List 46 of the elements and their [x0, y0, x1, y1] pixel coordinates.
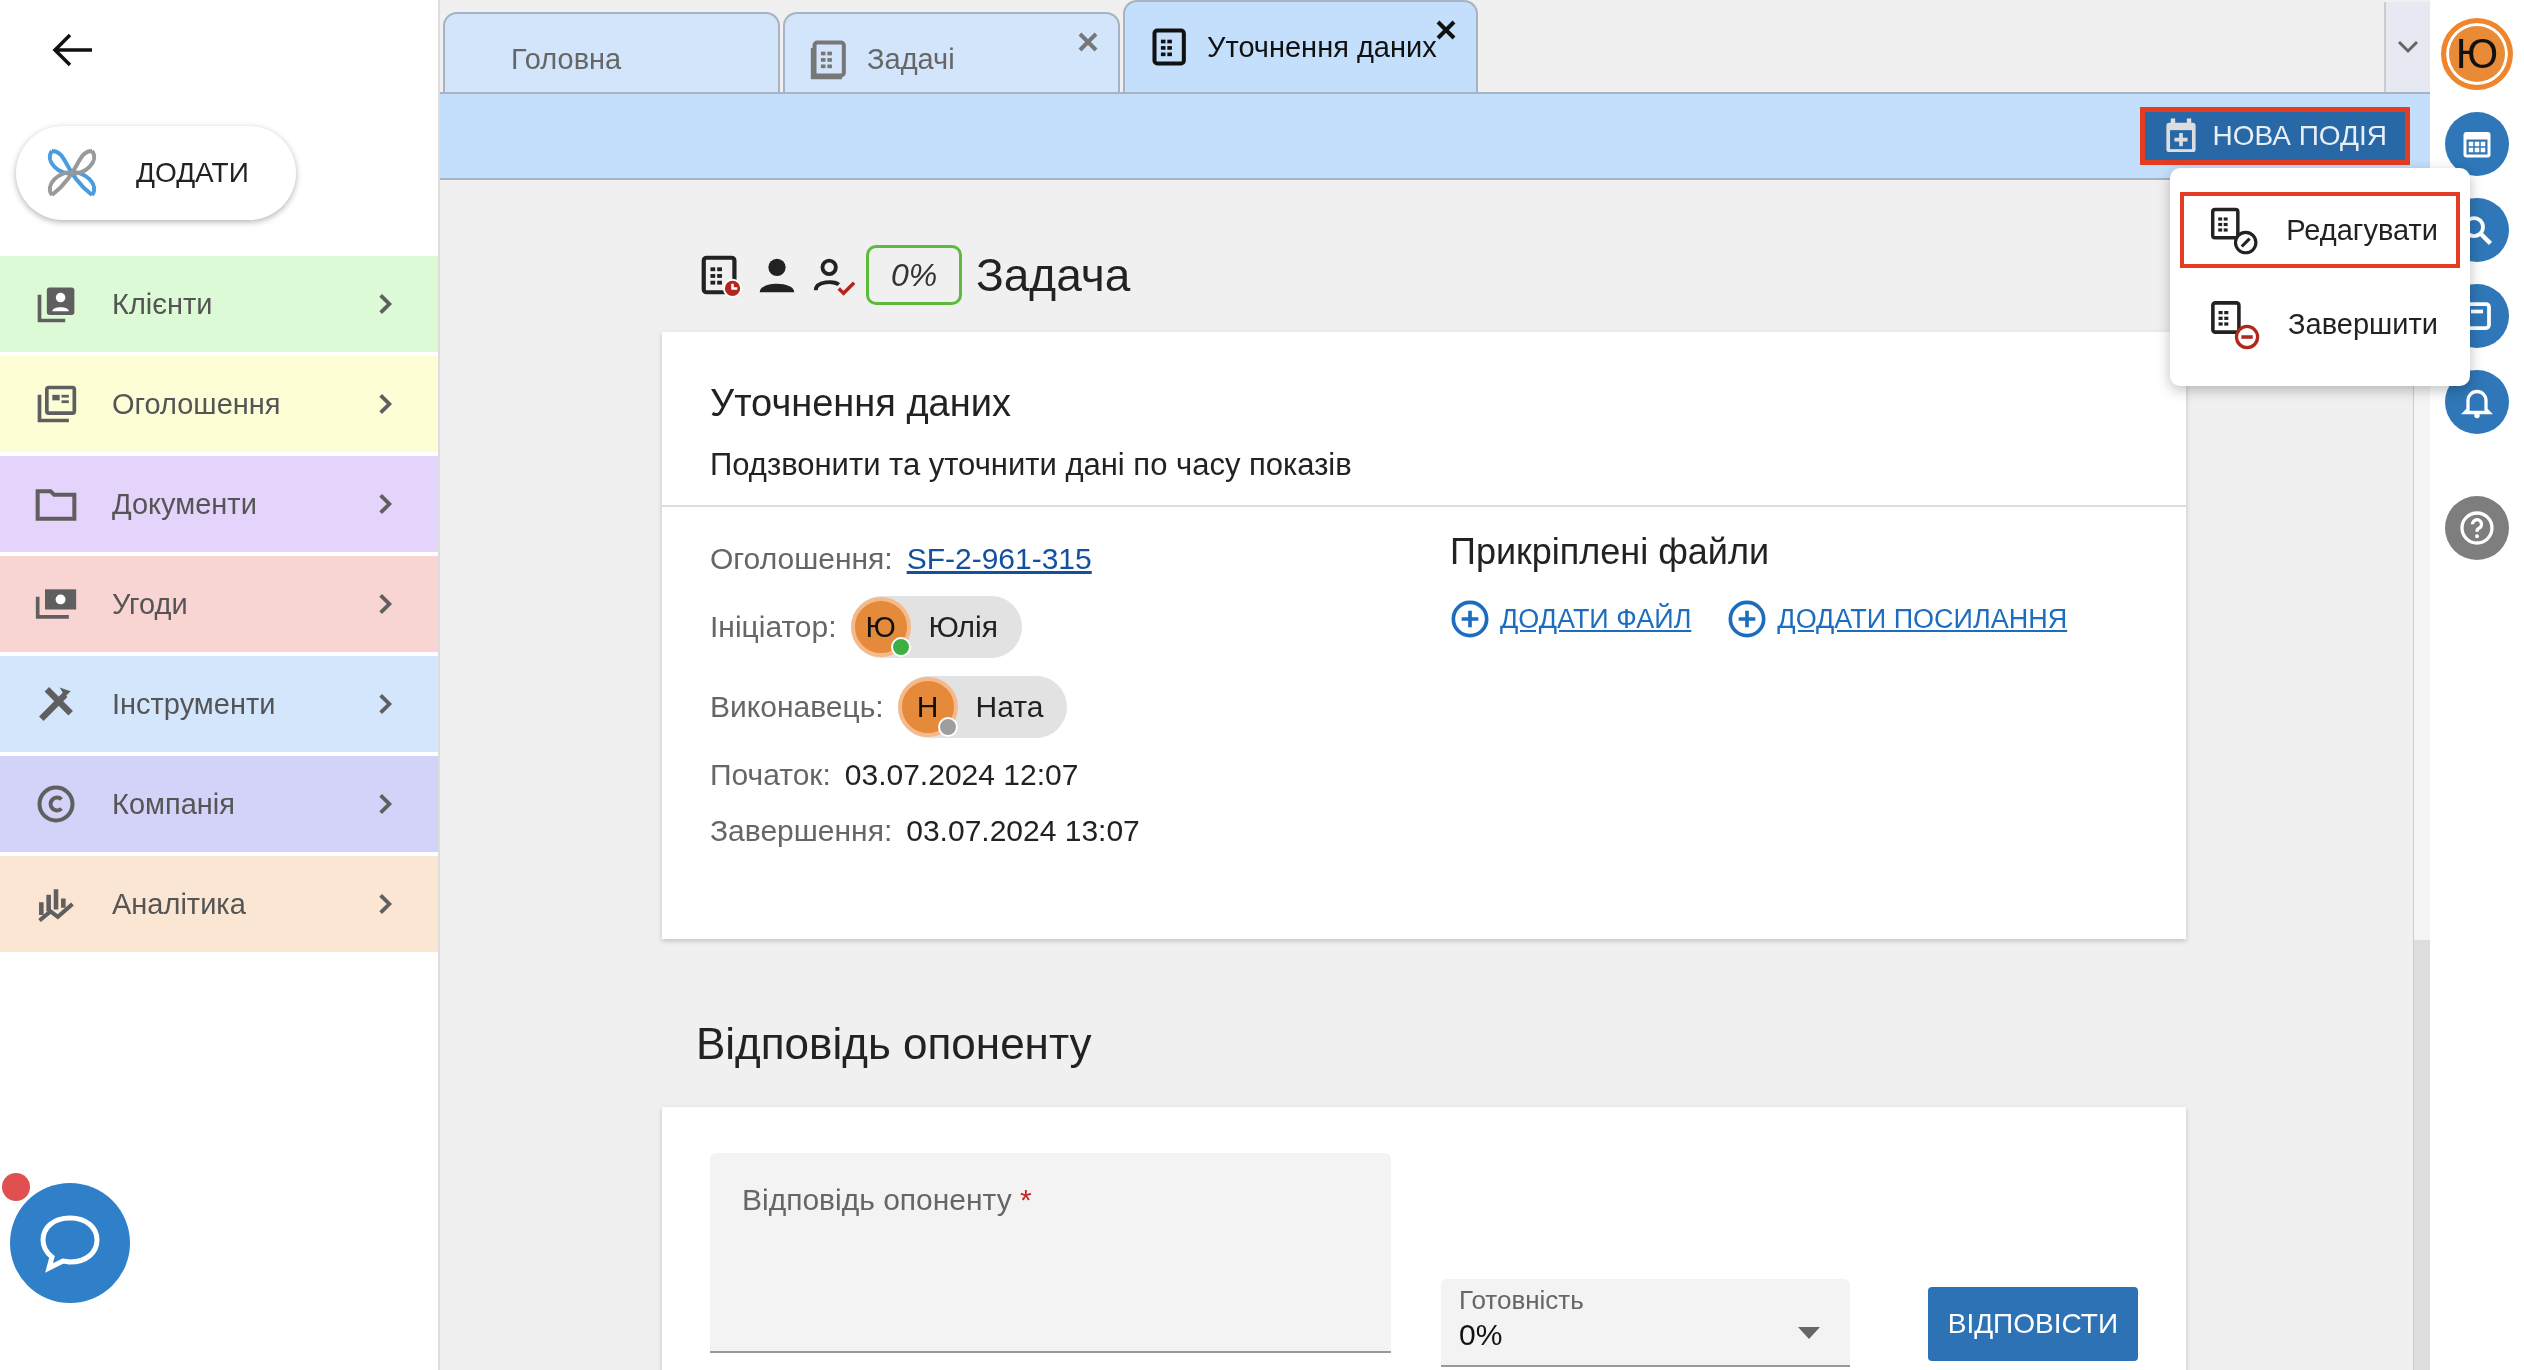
tab[interactable]: Задачі: [783, 12, 1120, 92]
task-title: Уточнення даних: [710, 382, 1012, 425]
menu-item[interactable]: Клієнти: [0, 256, 438, 352]
progress-badge: 0%: [866, 245, 962, 305]
field-value: 03.07.2024 12:07: [844, 758, 1079, 792]
task-description: Подзвонити та уточнити дані по часу показів: [710, 447, 1353, 483]
caret-icon: [1797, 1327, 1820, 1339]
menu-option[interactable]: Завершити: [2180, 286, 2460, 362]
chevron-down-icon: [2397, 40, 2419, 54]
add-circle-icon: [1727, 599, 1768, 639]
add-link-button[interactable]: ДОДАТИ ПОСИЛАННЯ: [1727, 599, 2068, 639]
person-chip[interactable]: Н Ната: [897, 676, 1068, 738]
menu-item[interactable]: Інструменти: [0, 656, 438, 752]
add-button[interactable]: ДОДАТИ: [16, 126, 296, 220]
field-label: Завершення:: [710, 814, 893, 848]
add-link-button[interactable]: ДОДАТИ ФАЙЛ: [1450, 599, 1692, 639]
tab[interactable]: Головна: [443, 12, 780, 92]
help-icon: [2459, 510, 2495, 546]
field-label: Ініціатор:: [710, 610, 837, 644]
menu-item[interactable]: Оголошення: [0, 356, 438, 452]
reply-field[interactable]: Відповідь опоненту *: [710, 1153, 1392, 1353]
field-label: Оголошення:: [710, 542, 893, 576]
reply-button[interactable]: ВІДПОВІСТИ: [1927, 1287, 2138, 1361]
required-mark: *: [1020, 1183, 1032, 1216]
menu-item[interactable]: Компанія: [0, 756, 438, 852]
field-label: Виконавець:: [710, 690, 884, 724]
avatar: Ю: [850, 597, 911, 657]
readiness-select[interactable]: Готовність 0%: [1441, 1279, 1850, 1367]
menu-item[interactable]: Аналітика: [0, 856, 438, 952]
field-label: Початок:: [710, 758, 831, 792]
task-type-title: Задача: [976, 248, 1131, 302]
menu-item[interactable]: Документи: [0, 456, 438, 552]
user-avatar[interactable]: Ю: [2441, 18, 2513, 90]
new-event-button[interactable]: НОВА ПОДІЯ: [2139, 107, 2410, 165]
add-circle-icon: [1450, 599, 1490, 639]
menu-option[interactable]: Редагувати: [2180, 192, 2460, 268]
tab[interactable]: Уточнення даних: [1123, 0, 1478, 92]
field-value: 03.07.2024 13:07: [906, 814, 1140, 848]
reply-section-title: Відповідь опоненту: [696, 1019, 1093, 1069]
menu-item[interactable]: Угоди: [0, 556, 438, 652]
close-icon[interactable]: [1434, 18, 1458, 42]
person-chip[interactable]: Ю Юлія: [850, 596, 1022, 658]
attachments-title: Прикріплені файли: [1450, 531, 1771, 573]
notification-dot: [2, 1173, 30, 1201]
avatar: Н: [897, 677, 958, 737]
listing-link[interactable]: SF-2-961-315: [906, 542, 1092, 576]
